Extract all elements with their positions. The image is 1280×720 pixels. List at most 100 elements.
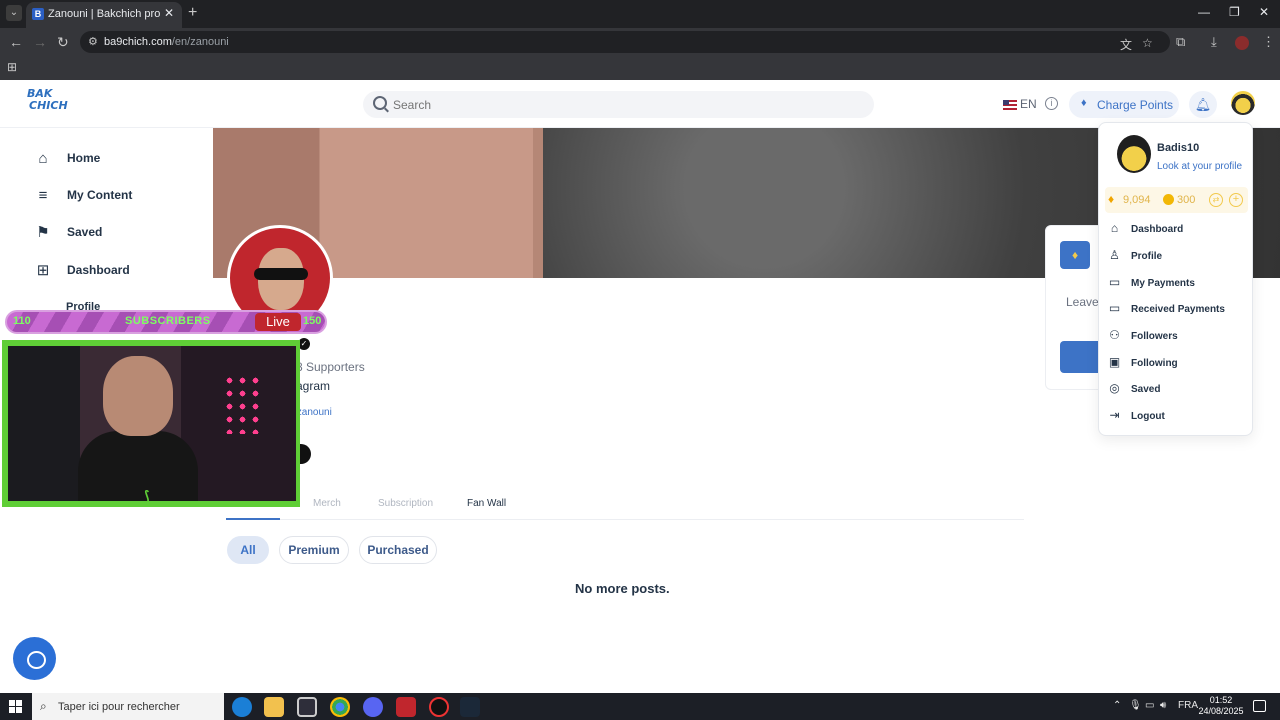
- site-logo[interactable]: BAK CHICH: [27, 88, 68, 112]
- discord-icon[interactable]: [363, 697, 383, 717]
- coin-icon: [1163, 194, 1174, 205]
- tab-subscription[interactable]: Subscription: [378, 498, 433, 509]
- user-avatar[interactable]: [1231, 91, 1255, 115]
- convert-coins-icon[interactable]: ⇄: [1209, 193, 1223, 207]
- chrome-icon[interactable]: [330, 697, 350, 717]
- info-icon[interactable]: i: [1045, 97, 1058, 110]
- sidebar-item-label: Home: [67, 151, 101, 165]
- microphone-icon[interactable]: 🎙︎: [1129, 700, 1142, 711]
- sidebar-item-saved[interactable]: ⚑ Saved: [34, 222, 204, 244]
- gem-tab-icon[interactable]: ♦: [1060, 241, 1090, 269]
- user-square-icon: ▣: [1108, 355, 1121, 369]
- back-icon[interactable]: ←: [9, 34, 23, 50]
- star-icon[interactable]: ☆: [1142, 36, 1153, 50]
- taskbar-search[interactable]: ⌕ Taper ici pour rechercher: [32, 693, 224, 720]
- dropdown-item-label: Following: [1131, 358, 1178, 369]
- file-explorer-icon[interactable]: [264, 697, 284, 717]
- tab-search-icon[interactable]: ⌄: [6, 5, 22, 21]
- dropdown-item-following[interactable]: ▣ Following: [1107, 355, 1247, 375]
- site-info-icon[interactable]: ⚙: [88, 35, 98, 48]
- input-language[interactable]: FRA: [1178, 700, 1198, 711]
- overlay-logo: ⟆: [144, 488, 150, 501]
- close-window-icon[interactable]: ✕: [1259, 5, 1269, 19]
- filter-premium[interactable]: Premium: [279, 536, 349, 564]
- obs-icon[interactable]: [429, 697, 449, 717]
- tab-merch[interactable]: Merch: [313, 498, 341, 509]
- dropdown-item-label: Saved: [1131, 384, 1161, 395]
- download-icon[interactable]: ⤓: [1211, 34, 1217, 50]
- filter-purchased[interactable]: Purchased: [359, 536, 437, 564]
- minimize-icon[interactable]: —: [1198, 5, 1210, 19]
- webcam-overlay: ⟆: [2, 340, 300, 507]
- add-points-icon[interactable]: +: [1229, 193, 1243, 207]
- language-selector[interactable]: EN: [1003, 97, 1037, 111]
- support-card: ♦ Leave: [1045, 225, 1106, 390]
- sidebar-item-label: Dashboard: [67, 263, 130, 277]
- more-menu-icon[interactable]: ⋮: [1262, 34, 1275, 50]
- tray-chevron-icon[interactable]: ⌃: [1113, 700, 1121, 711]
- dropdown-item-my-payments[interactable]: ▭ My Payments: [1107, 275, 1247, 295]
- dashboard-icon: ⊞: [36, 262, 50, 279]
- reload-icon[interactable]: ↻: [57, 34, 69, 51]
- dropdown-item-label: Received Payments: [1131, 304, 1225, 315]
- new-tab-icon[interactable]: +: [188, 4, 197, 22]
- forward-icon[interactable]: →: [33, 34, 47, 50]
- chat-support-icon[interactable]: [13, 637, 56, 680]
- instagram-link[interactable]: agram: [296, 379, 330, 393]
- list-icon: ≡: [38, 187, 48, 204]
- browser-tab[interactable]: B Zanouni | Bakchich profile | Bak ✕: [26, 2, 182, 28]
- dropdown-item-profile[interactable]: ♙ Profile: [1107, 248, 1247, 268]
- windows-start-icon[interactable]: [9, 700, 22, 713]
- language-label: EN: [1020, 97, 1037, 111]
- coin-balance: 300: [1177, 194, 1196, 206]
- users-icon: ⚇: [1109, 328, 1120, 342]
- dropdown-avatar[interactable]: [1117, 135, 1151, 173]
- dropdown-item-label: My Payments: [1131, 278, 1195, 289]
- url-path: /en/zanouni: [171, 36, 229, 48]
- user-icon: ♙: [1109, 248, 1120, 262]
- live-badge: Live: [255, 313, 301, 331]
- store-icon[interactable]: [297, 697, 317, 717]
- dropdown-item-logout[interactable]: ⇥ Logout: [1107, 408, 1247, 428]
- sunglasses: [254, 268, 308, 280]
- taskbar-clock[interactable]: 01:52 24/08/2025: [1198, 695, 1244, 717]
- dropdown-username[interactable]: Badis10: [1157, 142, 1199, 154]
- windows-taskbar: ⌕ Taper ici pour rechercher ⌃ 🎙︎ ▭ 🔊︎ FR…: [0, 693, 1280, 720]
- notification-bell-icon[interactable]: 🔔︎: [1189, 91, 1217, 118]
- browser-profile-avatar[interactable]: [1235, 36, 1249, 50]
- extensions-icon[interactable]: ⧉: [1176, 34, 1185, 50]
- dropdown-item-followers[interactable]: ⚇ Followers: [1107, 328, 1247, 348]
- filter-all[interactable]: All: [227, 536, 269, 564]
- sidebar-item-dashboard[interactable]: ⊞ Dashboard: [34, 260, 204, 282]
- home-icon: ⌂: [1110, 221, 1119, 235]
- network-icon[interactable]: ▭: [1145, 700, 1154, 711]
- tab-fan-wall[interactable]: Fan Wall: [467, 498, 506, 509]
- taskbar-search-placeholder: Taper ici pour rechercher: [58, 701, 180, 713]
- sidebar-item-my-content[interactable]: ≡ My Content: [34, 185, 204, 207]
- dropdown-item-saved[interactable]: ◎ Saved: [1107, 381, 1247, 401]
- dropdown-item-dashboard[interactable]: ⌂ Dashboard: [1107, 221, 1247, 241]
- url-field[interactable]: ⚙ ba9chich.com/en/zanouni 文 ☆: [80, 31, 1170, 53]
- streaming-app-icon[interactable]: [396, 697, 416, 717]
- steam-icon[interactable]: [460, 697, 480, 717]
- gem-balance: 9,094: [1123, 194, 1151, 206]
- card-icon: ▭: [1108, 275, 1121, 289]
- card-icon: ▭: [1108, 301, 1121, 315]
- charge-points-label: Charge Points: [1097, 98, 1174, 112]
- sidebar-item-home[interactable]: ⌂ Home: [34, 148, 204, 170]
- maximize-icon[interactable]: ❐: [1229, 5, 1240, 19]
- close-tab-icon[interactable]: ✕: [164, 6, 174, 20]
- search-box[interactable]: [363, 91, 874, 118]
- volume-icon[interactable]: 🔊︎: [1160, 700, 1166, 711]
- notification-center-icon[interactable]: [1253, 700, 1266, 712]
- translate-icon[interactable]: 文: [1120, 36, 1132, 53]
- apps-grid-icon[interactable]: ⊞: [7, 60, 17, 74]
- saved-icon: ◎: [1109, 381, 1120, 395]
- favicon: B: [32, 8, 44, 20]
- dropdown-profile-link[interactable]: Look at your profile: [1157, 161, 1242, 172]
- edge-icon[interactable]: [232, 697, 252, 717]
- charge-points-button[interactable]: ♦ Charge Points: [1069, 91, 1179, 118]
- dropdown-item-received-payments[interactable]: ▭ Received Payments: [1107, 301, 1247, 321]
- leave-message-input[interactable]: Leave: [1066, 295, 1099, 309]
- search-input[interactable]: [393, 95, 853, 114]
